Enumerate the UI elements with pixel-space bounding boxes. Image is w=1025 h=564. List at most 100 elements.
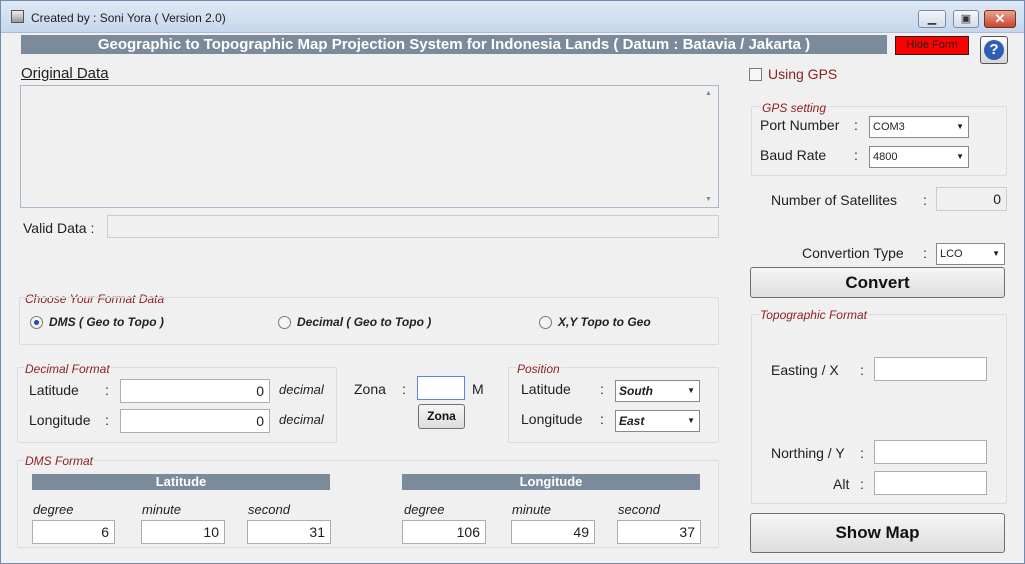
radio-decimal[interactable]: Decimal ( Geo to Topo ) — [278, 315, 431, 329]
position-latitude-label: Latitude — [521, 381, 571, 397]
radio-xy-label: X,Y Topo to Geo — [558, 315, 651, 329]
scroll-down-icon[interactable]: ▼ — [705, 196, 712, 203]
decimal-longitude-label: Longitude — [29, 412, 91, 428]
alt-label: Alt — [833, 476, 850, 492]
position-longitude-label: Longitude — [521, 411, 583, 427]
satellites-colon: : — [923, 192, 927, 208]
maximize-icon: ▣ — [960, 13, 972, 25]
conversion-type-colon: : — [923, 245, 927, 261]
radio-decimal-label: Decimal ( Geo to Topo ) — [297, 315, 432, 329]
zona-label: Zona — [354, 381, 386, 397]
minimize-icon: ▁ — [927, 13, 937, 25]
radio-xy[interactable]: X,Y Topo to Geo — [539, 315, 651, 329]
valid-data-label: Valid Data : — [23, 220, 95, 236]
lat-second-input[interactable]: 31 — [247, 520, 331, 544]
textarea-scrollbar[interactable]: ▲ ▼ — [702, 86, 718, 207]
decimal-latitude-colon: : — [105, 382, 109, 398]
app-icon — [11, 10, 24, 23]
hide-form-button[interactable]: Hide Form — [895, 36, 969, 55]
decimal-longitude-input[interactable]: 0 — [120, 409, 270, 433]
decimal-longitude-unit: decimal — [279, 412, 324, 427]
show-map-button[interactable]: Show Map — [750, 513, 1005, 553]
alt-input[interactable] — [874, 471, 987, 495]
gps-setting-title: GPS setting — [760, 101, 829, 115]
using-gps-checkbox[interactable] — [749, 68, 762, 81]
minimize-button[interactable]: ▁ — [918, 10, 946, 28]
chevron-down-icon: ▼ — [992, 249, 1000, 258]
decimal-latitude-label: Latitude — [29, 382, 79, 398]
easting-input[interactable] — [874, 357, 987, 381]
title-bar: Created by : Soni Yora ( Version 2.0) ▁ … — [1, 1, 1024, 33]
position-longitude-value: East — [619, 414, 645, 428]
easting-label: Easting / X — [771, 362, 839, 378]
radio-selected-icon — [30, 315, 43, 329]
conversion-type-value: LCO — [940, 248, 963, 260]
port-number-select[interactable]: COM3 ▼ — [869, 116, 969, 138]
conversion-type-select[interactable]: LCO ▼ — [936, 243, 1005, 265]
dms-longitude-header: Longitude — [402, 474, 700, 490]
port-number-label: Port Number — [760, 117, 840, 133]
conversion-type-label: Convertion Type — [802, 245, 904, 261]
original-data-textarea[interactable]: ▲ ▼ — [20, 85, 719, 208]
position-latitude-colon: : — [600, 381, 604, 397]
decimal-longitude-colon: : — [105, 412, 109, 428]
lon-second-input[interactable]: 37 — [617, 520, 701, 544]
decimal-latitude-input[interactable]: 0 — [120, 379, 270, 403]
decimal-format-title: Decimal Format — [24, 362, 111, 376]
baud-rate-value: 4800 — [873, 151, 898, 163]
position-title: Position — [516, 362, 561, 376]
satellites-field: 0 — [936, 187, 1007, 211]
chevron-down-icon: ▼ — [956, 152, 964, 161]
lon-degree-label: degree — [404, 502, 445, 517]
app-window: Created by : Soni Yora ( Version 2.0) ▁ … — [0, 0, 1025, 564]
position-longitude-colon: : — [600, 411, 604, 427]
help-icon: ? — [984, 40, 1004, 60]
zona-button[interactable]: Zona — [418, 404, 465, 429]
using-gps-label: Using GPS — [768, 66, 838, 82]
alt-colon: : — [860, 476, 864, 492]
zona-input[interactable] — [417, 376, 465, 400]
northing-input[interactable] — [874, 440, 987, 464]
easting-colon: : — [860, 362, 864, 378]
lon-minute-label: minute — [512, 502, 552, 517]
chevron-down-icon: ▼ — [956, 122, 964, 131]
position-latitude-select[interactable]: South ▼ — [615, 380, 700, 402]
northing-label: Northing / Y — [771, 445, 845, 461]
topographic-title: Topographic Format — [759, 308, 868, 322]
lat-degree-label: degree — [33, 502, 74, 517]
position-longitude-select[interactable]: East ▼ — [615, 410, 700, 432]
lon-second-label: second — [618, 502, 660, 517]
zona-suffix: M — [472, 381, 484, 397]
port-number-colon: : — [854, 117, 858, 133]
original-data-label: Original Data — [21, 65, 109, 82]
port-number-value: COM3 — [873, 121, 905, 133]
convert-button[interactable]: Convert — [750, 267, 1005, 298]
page-title: Geographic to Topographic Map Projection… — [21, 35, 887, 54]
satellites-label: Number of Satellites — [771, 192, 898, 208]
close-icon: ✕ — [994, 11, 1006, 26]
dms-latitude-header: Latitude — [32, 474, 330, 490]
dms-format-title: DMS Format — [24, 454, 95, 468]
baud-rate-label: Baud Rate — [760, 147, 827, 163]
chevron-down-icon: ▼ — [687, 386, 695, 395]
radio-dms-label: DMS ( Geo to Topo ) — [49, 315, 164, 329]
lat-second-label: second — [248, 502, 290, 517]
baud-rate-colon: : — [854, 147, 858, 163]
radio-dms[interactable]: DMS ( Geo to Topo ) — [30, 315, 164, 329]
window-title: Created by : Soni Yora ( Version 2.0) — [31, 11, 226, 25]
scroll-up-icon[interactable]: ▲ — [705, 90, 712, 97]
close-button[interactable]: ✕ — [984, 10, 1016, 28]
lat-degree-input[interactable]: 6 — [32, 520, 115, 544]
zona-colon: : — [402, 381, 406, 397]
radio-unselected-icon — [539, 315, 552, 329]
maximize-button[interactable]: ▣ — [953, 10, 979, 28]
lon-minute-input[interactable]: 49 — [511, 520, 595, 544]
baud-rate-select[interactable]: 4800 ▼ — [869, 146, 969, 168]
lat-minute-input[interactable]: 10 — [141, 520, 225, 544]
help-button[interactable]: ? — [980, 36, 1008, 64]
lon-degree-input[interactable]: 106 — [402, 520, 486, 544]
valid-data-field — [107, 215, 719, 238]
decimal-latitude-unit: decimal — [279, 382, 324, 397]
radio-unselected-icon — [278, 315, 291, 329]
northing-colon: : — [860, 445, 864, 461]
